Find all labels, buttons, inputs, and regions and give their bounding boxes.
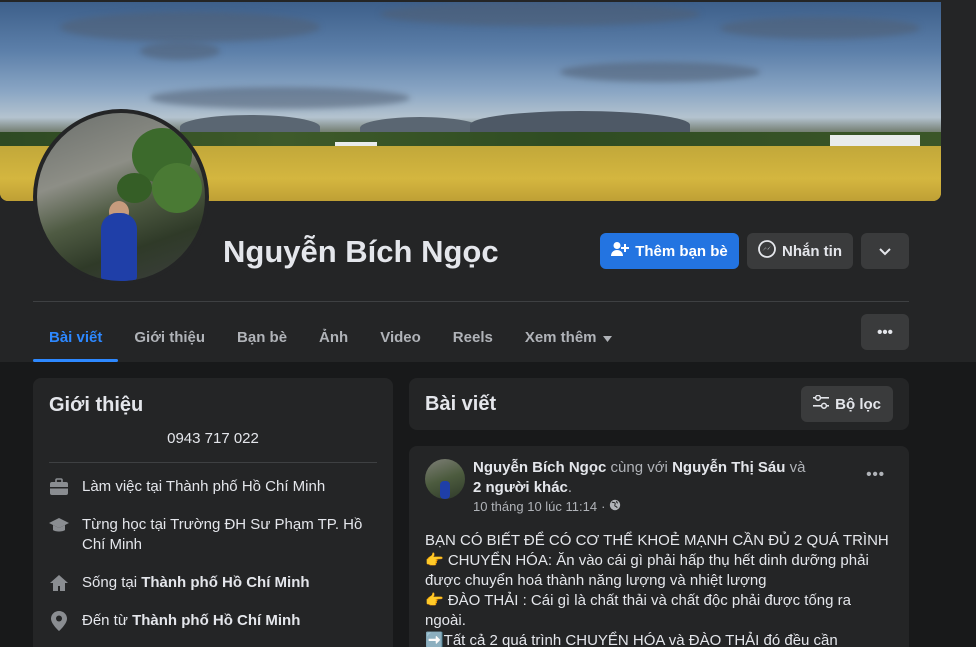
post-body: BẠN CÓ BIẾT ĐỂ CÓ CƠ THỂ KHOẺ MẠNH CẦN Đ… — [425, 531, 893, 647]
intro-study-text: Từng học tại Trường ĐH Sư Phạm TP. Hồ Ch… — [82, 516, 363, 553]
dot-separator: · — [601, 499, 606, 514]
posts-title: Bài viết — [425, 392, 497, 415]
post-card: Nguyễn Bích Ngọc cùng với Nguyễn Thị Sáu… — [409, 446, 909, 647]
profile-name: Nguyễn Bích Ngọc — [223, 234, 499, 269]
intro-lives: Sống tại Thành phố Hồ Chí Minh — [49, 573, 377, 593]
home-icon — [49, 573, 69, 593]
post-timestamp[interactable]: 10 tháng 10 lúc 11:14 — [473, 499, 597, 514]
post-others-link[interactable]: 2 người khác — [473, 479, 568, 496]
tab-label: Giới thiệu — [134, 329, 206, 346]
profile-tabs: Bài viết Giới thiệu Bạn bè Ảnh Video Ree… — [33, 313, 628, 362]
tab-label: Reels — [452, 329, 493, 346]
tab-friends[interactable]: Bạn bè — [221, 313, 303, 362]
tab-videos[interactable]: Video — [364, 313, 437, 362]
tab-label: Video — [380, 329, 421, 346]
post-author-avatar[interactable] — [425, 459, 465, 499]
post-options-button[interactable]: ••• — [866, 466, 885, 483]
add-person-icon — [611, 241, 630, 261]
tab-label: Bạn bè — [237, 329, 288, 346]
globe-icon — [609, 499, 621, 514]
post-author-link[interactable]: Nguyễn Bích Ngọc — [473, 459, 606, 476]
tab-label: Bài viết — [49, 329, 103, 346]
post-line: 👉 CHUYỂN HÓA: Ăn vào cái gì phải hấp thụ… — [425, 552, 869, 589]
intro-work-text: Làm việc tại Thành phố Hồ Chí Minh — [82, 478, 326, 495]
tab-more[interactable]: Xem thêm — [509, 313, 628, 362]
post-with-text: cùng với — [610, 459, 668, 476]
chevron-down-icon — [879, 243, 891, 260]
post-tagged-link[interactable]: Nguyễn Thị Sáu — [672, 459, 785, 476]
tab-posts[interactable]: Bài viết — [33, 313, 119, 362]
post-line: BẠN CÓ BIẾT ĐỂ CÓ CƠ THỂ KHOẺ MẠNH CẦN Đ… — [425, 532, 889, 549]
intro-divider — [49, 462, 377, 463]
intro-lives-prefix: Sống tại — [82, 574, 138, 591]
post-period: . — [567, 479, 573, 496]
intro-study: Từng học tại Trường ĐH Sư Phạm TP. Hồ Ch… — [49, 515, 377, 555]
filter-button[interactable]: Bộ lọc — [801, 386, 893, 422]
posts-header-card: Bài viết Bộ lọc — [409, 378, 909, 430]
filter-label: Bộ lọc — [835, 395, 881, 413]
briefcase-icon — [49, 477, 69, 497]
post-line: ➡️Tất cả 2 quá trình CHUYỂN HÓA và ĐÀO T… — [425, 632, 838, 647]
tab-photos[interactable]: Ảnh — [303, 313, 364, 362]
profile-more-dropdown[interactable] — [861, 233, 909, 269]
filter-sliders-icon — [813, 394, 830, 413]
intro-from-place[interactable]: Thành phố Hồ Chí Minh — [132, 612, 300, 629]
intro-title: Giới thiệu — [49, 394, 144, 416]
tab-label: Xem thêm — [524, 329, 597, 346]
post-header-text: Nguyễn Bích Ngọc cùng với Nguyễn Thị Sáu… — [473, 458, 805, 498]
messenger-icon — [758, 240, 776, 262]
tab-reels[interactable]: Reels — [437, 313, 509, 362]
intro-from: Đến từ Thành phố Hồ Chí Minh — [49, 611, 377, 631]
add-friend-button[interactable]: Thêm bạn bè — [600, 233, 739, 269]
graduation-cap-icon — [49, 515, 69, 535]
intro-work: Làm việc tại Thành phố Hồ Chí Minh — [49, 477, 377, 497]
post-timestamp-row: 10 tháng 10 lúc 11:14 · — [473, 499, 805, 514]
location-pin-icon — [49, 611, 69, 631]
add-friend-label: Thêm bạn bè — [635, 242, 728, 260]
caret-down-icon — [602, 329, 612, 346]
intro-lives-place[interactable]: Thành phố Hồ Chí Minh — [141, 574, 309, 591]
intro-from-prefix: Đến từ — [82, 612, 128, 629]
post-line: 👉 ĐÀO THẢI : Cái gì là chất thải và chất… — [425, 592, 851, 629]
post-and-text: và — [789, 459, 806, 476]
intro-card: Giới thiệu 0943 717 022 Làm việc tại Thà… — [33, 378, 393, 647]
message-label: Nhắn tin — [782, 242, 842, 260]
intro-phone: 0943 717 022 — [167, 430, 259, 447]
header-divider — [33, 301, 909, 302]
tab-about[interactable]: Giới thiệu — [118, 313, 221, 362]
more-dots-icon: ••• — [866, 466, 885, 483]
tabs-more-options-button[interactable]: ••• — [861, 314, 909, 350]
tab-label: Ảnh — [319, 329, 349, 346]
message-button[interactable]: Nhắn tin — [747, 233, 853, 269]
profile-avatar[interactable] — [37, 113, 205, 281]
more-dots-icon: ••• — [877, 323, 893, 341]
